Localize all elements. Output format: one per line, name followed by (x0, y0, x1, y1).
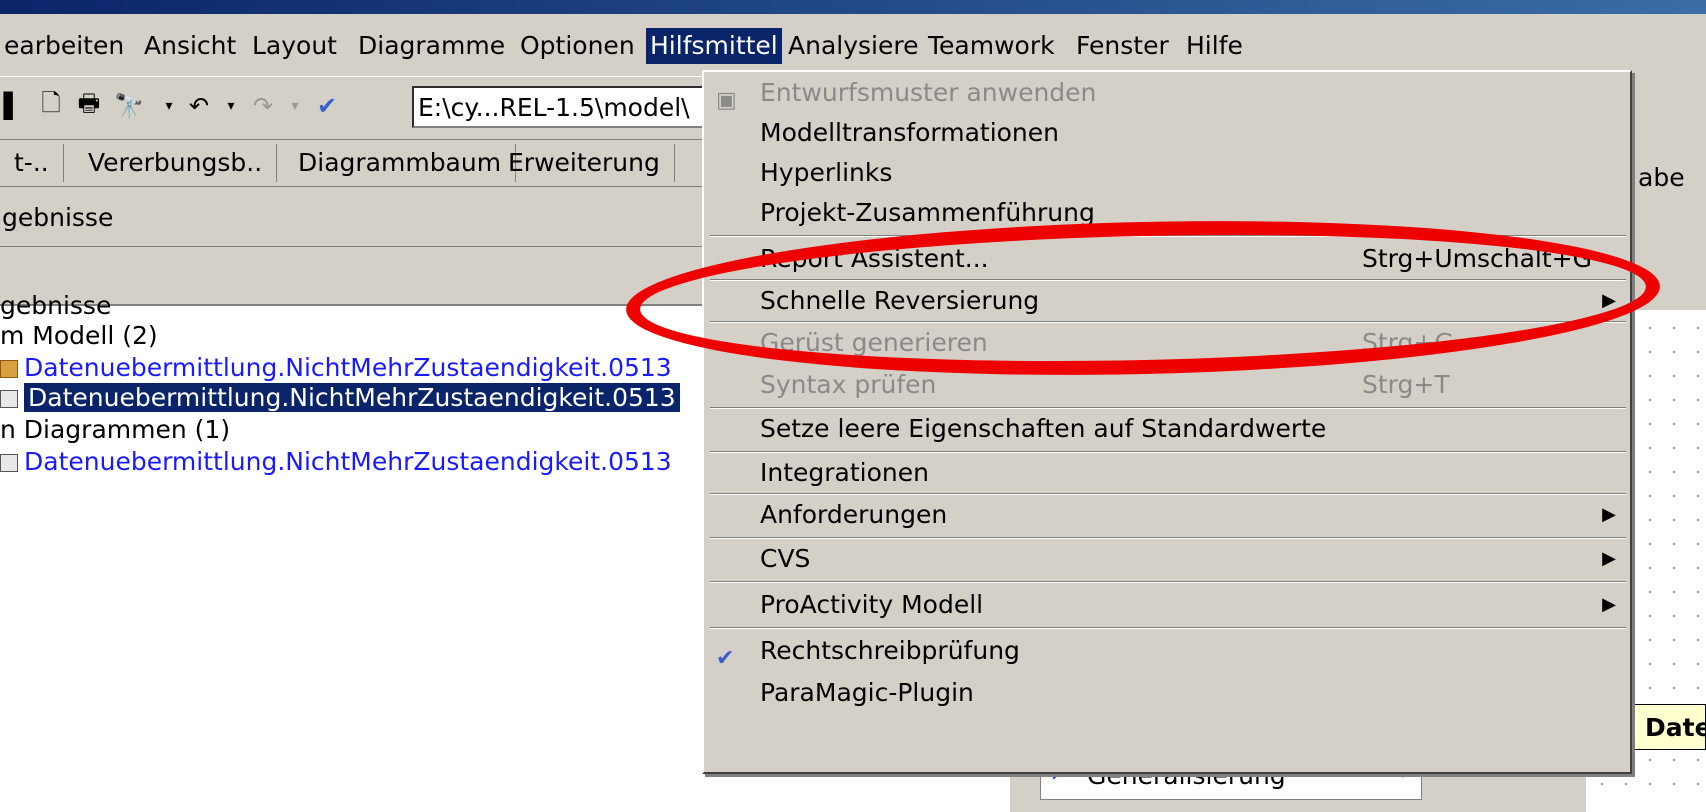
tab-diagrammbaum[interactable]: Diagrammbaum (284, 144, 517, 182)
submenu-arrow-icon: ▶ (1602, 504, 1616, 525)
menu-item-integrationen[interactable]: Integrationen (704, 452, 1630, 494)
menu-analysiere[interactable]: Analysiere (784, 28, 922, 64)
menu-item-rechtschreibpruefung[interactable]: ✔ Rechtschreibprüfung (704, 630, 1630, 672)
menu-separator (710, 627, 1626, 629)
menu-item-entwurfsmuster[interactable]: ▣ Entwurfsmuster anwenden (704, 72, 1630, 114)
menu-item-setze-leere-eigenschaften[interactable]: Setze leere Eigenschaften auf Standardwe… (704, 408, 1630, 450)
print-preview-icon[interactable]: 🖶 (76, 89, 102, 123)
dropdown-arrow-icon[interactable]: ▾ (282, 89, 308, 123)
menu-item-schnelle-reversierung[interactable]: Schnelle Reversierung ▶ (704, 280, 1630, 322)
diagram-icon (0, 454, 18, 472)
tree-row[interactable]: n Diagrammen (1) (0, 414, 230, 446)
tree-row[interactable]: Datenuebermittlung.NichtMehrZustaendigke… (0, 446, 672, 478)
menu-bar: earbeiten Ansicht Layout Diagramme Optio… (0, 14, 1706, 76)
diagram-element[interactable]: Date (1634, 704, 1706, 750)
find-icon[interactable]: 🔭 (114, 89, 144, 123)
menu-layout[interactable]: Layout (248, 28, 341, 64)
menu-item-proactivity-modell[interactable]: ProActivity Modell ▶ (704, 584, 1630, 626)
menu-item-syntax-pruefen[interactable]: Syntax prüfen Strg+T (704, 364, 1630, 406)
dropdown-arrow-icon[interactable]: ▾ (156, 89, 182, 123)
menu-bearbeiten[interactable]: earbeiten (0, 28, 128, 64)
menu-item-hyperlinks[interactable]: Hyperlinks (704, 152, 1630, 194)
save-icon[interactable]: ▌ (0, 89, 26, 123)
menu-item-projekt-zusammenfuehrung[interactable]: Projekt-Zusammenführung (704, 192, 1630, 234)
tab-t[interactable]: t-.. (0, 144, 64, 182)
menu-item-paramagic-plugin[interactable]: ParaMagic-Plugin (704, 672, 1630, 714)
menu-item-geruest-generieren[interactable]: Gerüst generieren Strg+G (704, 322, 1630, 364)
menu-item-modelltransformationen[interactable]: Modelltransformationen (704, 112, 1630, 154)
new-document-icon[interactable]: 🗋 (38, 89, 64, 123)
menu-hilfsmittel[interactable]: Hilfsmittel (646, 28, 782, 64)
menu-item-anforderungen[interactable]: Anforderungen ▶ (704, 494, 1630, 536)
hilfsmittel-menu: ▣ Entwurfsmuster anwenden Modelltransfor… (702, 70, 1632, 774)
menu-hilfe[interactable]: Hilfe (1182, 28, 1247, 64)
tab-erweiterung[interactable]: Erweiterung (494, 144, 675, 182)
submenu-arrow-icon: ▶ (1602, 548, 1616, 569)
tab-vererbungsbaum[interactable]: Vererbungsb.. (74, 144, 278, 182)
class-icon (0, 360, 18, 378)
browser-tabs: t-.. Vererbungsb.. Diagrammbaum Erweiter… (0, 140, 720, 187)
tree-row-selected[interactable]: Datenuebermittlung.NichtMehrZustaendigke… (0, 382, 680, 414)
tree-row[interactable]: m Modell (2) (0, 320, 158, 352)
tree-row[interactable]: Datenuebermittlung.NichtMehrZustaendigke… (0, 352, 672, 384)
title-bar (0, 0, 1706, 14)
submenu-arrow-icon: ▶ (1602, 594, 1616, 615)
menu-separator (710, 235, 1626, 237)
menu-diagramme[interactable]: Diagramme (354, 28, 509, 64)
menu-item-cvs[interactable]: CVS ▶ (704, 538, 1630, 580)
menu-item-report-assistent[interactable]: Report Assistent... Strg+Umschalt+G (704, 238, 1630, 280)
results-header: gebnisse (0, 190, 722, 247)
dropdown-arrow-icon[interactable]: ▾ (218, 89, 244, 123)
diagram-icon (0, 390, 18, 408)
menu-ansicht[interactable]: Ansicht (140, 28, 240, 64)
submenu-arrow-icon: ▶ (1602, 290, 1616, 311)
menu-separator (710, 581, 1626, 583)
redo-icon[interactable]: ↷ (250, 89, 276, 123)
menu-fenster[interactable]: Fenster (1072, 28, 1173, 64)
tab-ausgabe[interactable]: abe (1638, 158, 1685, 198)
spellcheck-icon[interactable]: ✔ (314, 89, 340, 123)
menu-optionen[interactable]: Optionen (516, 28, 639, 64)
menu-teamwork[interactable]: Teamwork (924, 28, 1059, 64)
path-field[interactable]: E:\cy...REL-1.5\model\ (412, 86, 712, 128)
tree-row[interactable]: gebnisse (0, 290, 111, 322)
undo-icon[interactable]: ↶ (186, 89, 212, 123)
